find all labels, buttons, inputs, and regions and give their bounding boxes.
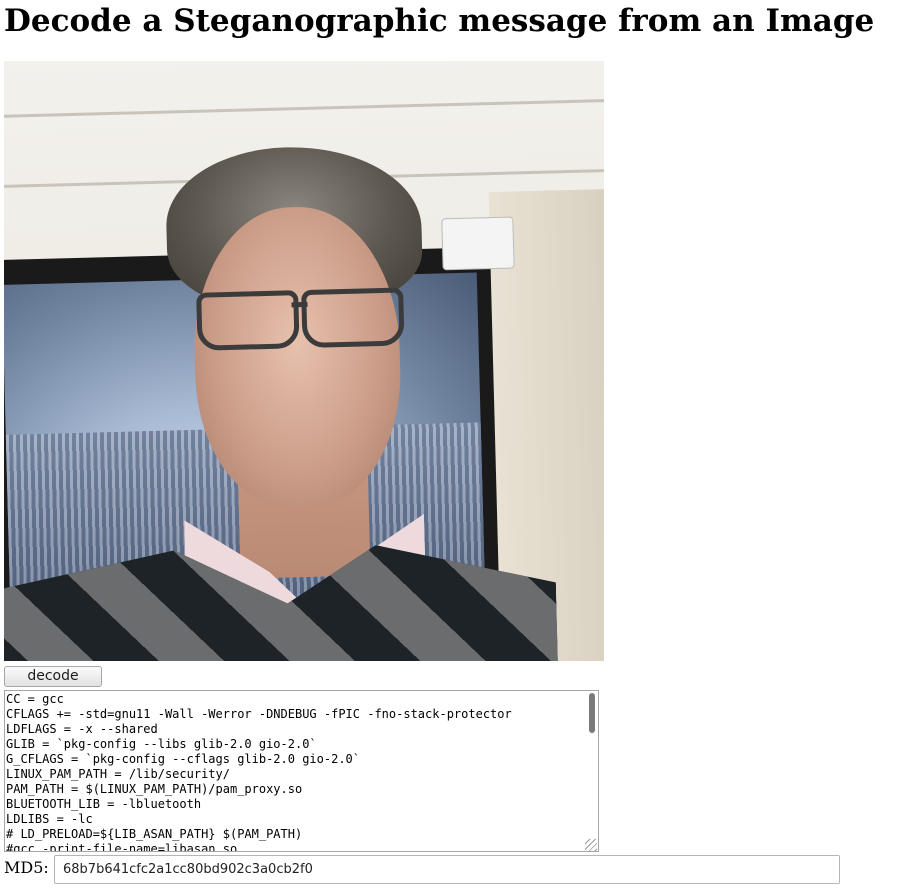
glasses-left-lens — [196, 290, 300, 351]
resize-grip-icon[interactable] — [585, 839, 597, 851]
glasses-right-lens — [301, 287, 405, 349]
decode-button[interactable]: decode — [4, 666, 102, 687]
ceiling-line — [4, 98, 604, 119]
glasses-bridge — [291, 301, 308, 308]
md5-label: MD5: — [4, 858, 49, 877]
stego-image — [4, 61, 604, 661]
page-title: Decode a Steganographic message from an … — [4, 3, 875, 39]
decoded-message-textarea[interactable]: CC = gcc CFLAGS += -std=gnu11 -Wall -Wer… — [4, 690, 599, 852]
portrait-photo — [4, 61, 604, 661]
projector-box — [441, 216, 515, 271]
scrollbar-thumb[interactable] — [589, 693, 595, 733]
md5-field[interactable] — [54, 855, 840, 884]
